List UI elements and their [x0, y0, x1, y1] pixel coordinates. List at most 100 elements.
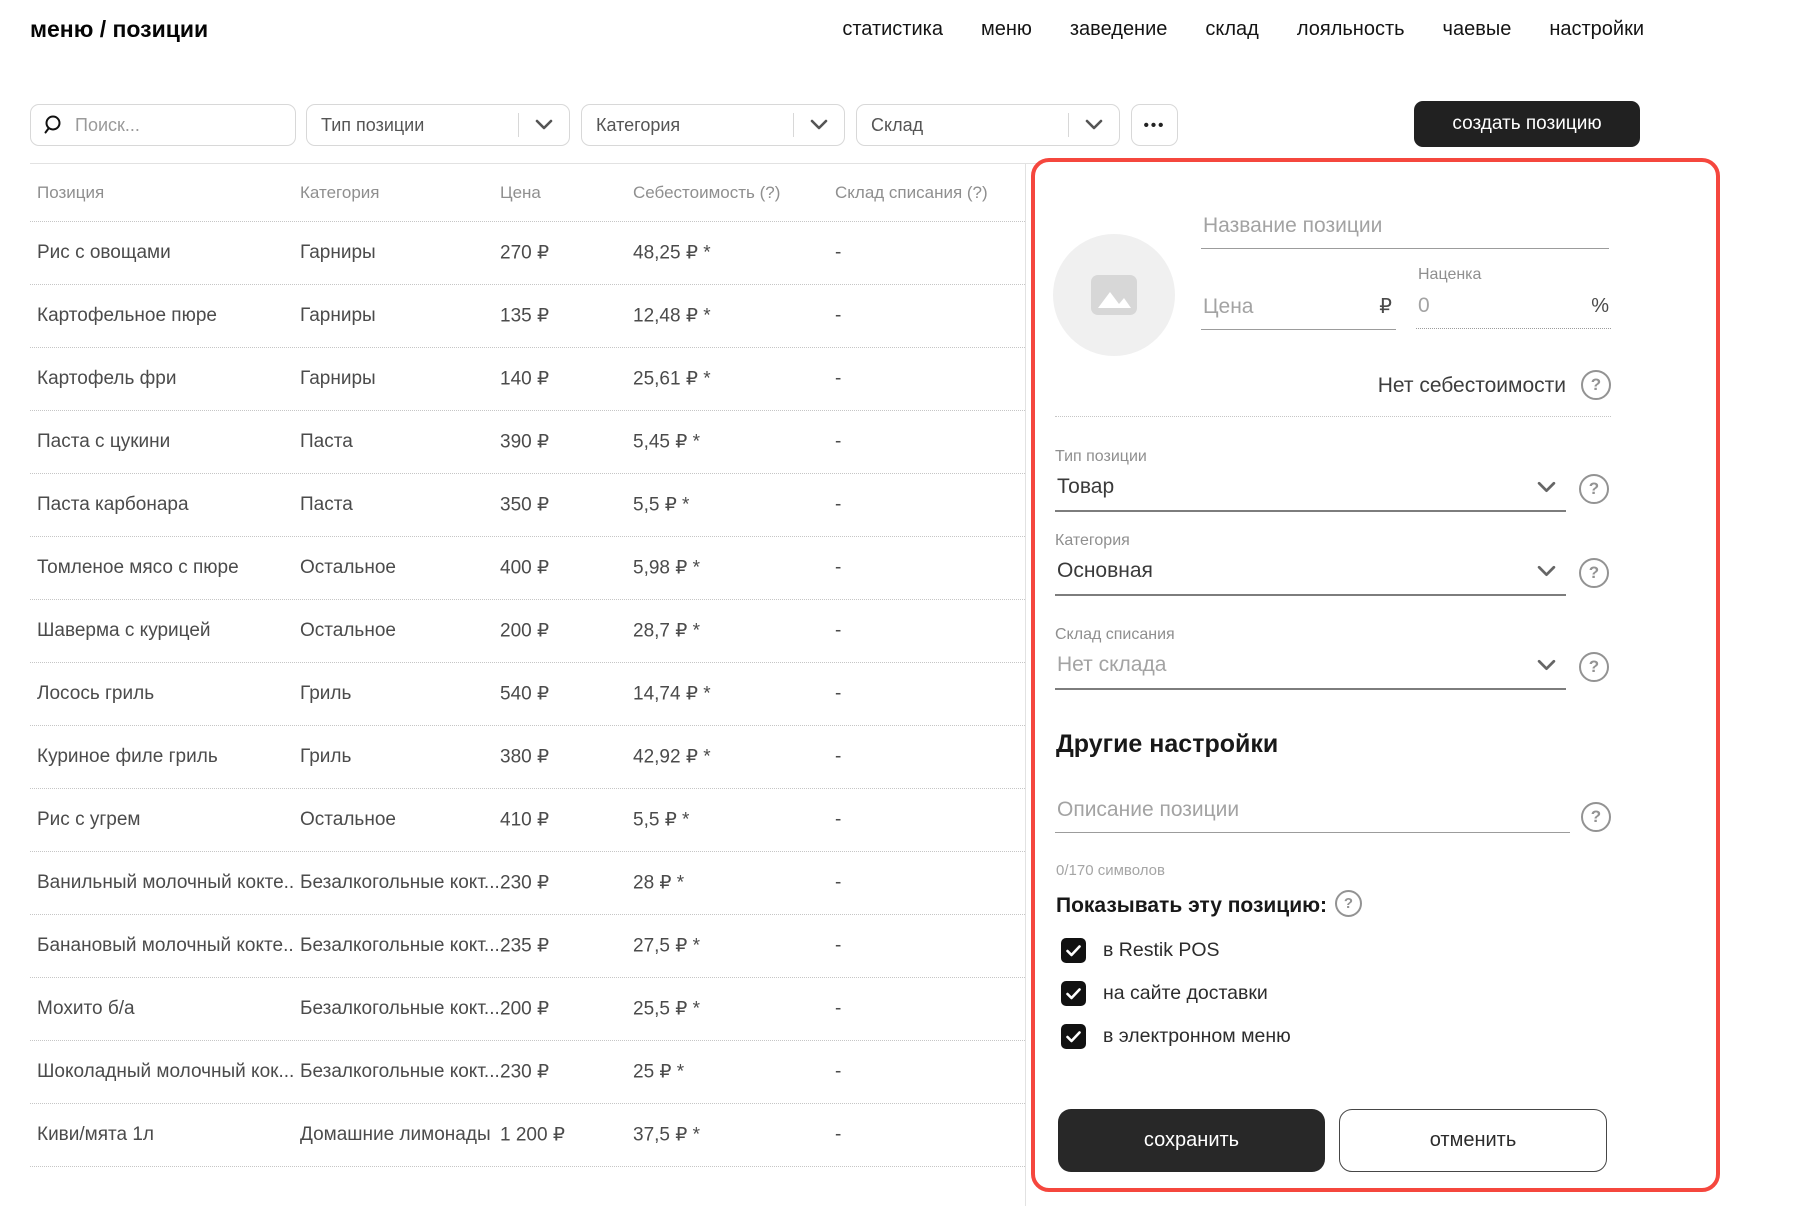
cell-category: Паста	[300, 431, 353, 453]
table-row[interactable]: Рис с угрем Остальное 410 ₽ 5,5 ₽ * -	[30, 789, 1025, 852]
cell-price: 200 ₽	[500, 998, 549, 1021]
help-icon[interactable]: ?	[1579, 652, 1609, 682]
cell-cost: 48,25 ₽ *	[633, 242, 711, 265]
column-header: Цена	[500, 183, 541, 203]
create-position-button[interactable]: создать позицию	[1414, 101, 1640, 147]
cell-cost: 28,7 ₽ *	[633, 620, 700, 643]
chevron-down-icon	[519, 119, 569, 131]
checkbox[interactable]	[1061, 938, 1086, 963]
select-value[interactable]: Нет склада	[1055, 653, 1566, 690]
cell-warehouse: -	[835, 620, 841, 642]
table-header: ПозицияКатегорияЦенаСебестоимость (?)Скл…	[30, 164, 1025, 222]
checkbox-row[interactable]: на сайте доставки	[1061, 981, 1291, 1006]
table-row[interactable]: Киви/мята 1л Домашние лимонады 1 200 ₽ 3…	[30, 1104, 1025, 1167]
help-icon[interactable]: ?	[1581, 802, 1611, 832]
cell-category: Безалкогольные кокт...	[300, 935, 498, 957]
checkbox[interactable]	[1061, 981, 1086, 1006]
table-row[interactable]: Шоколадный молочный кок... Безалкогольны…	[30, 1041, 1025, 1104]
top-nav: статистика меню заведение склад лояльность ча…	[842, 18, 1644, 41]
filter-dropdown-label: Склад	[857, 115, 1068, 136]
nav-item[interactable]: лояльность	[1297, 18, 1405, 41]
table-row[interactable]: Рис с овощами Гарниры 270 ₽ 48,25 ₽ * -	[30, 222, 1025, 285]
markup-input[interactable]	[1416, 294, 1591, 328]
cell-position: Паста с цукини	[37, 431, 170, 453]
help-icon[interactable]: ?	[1579, 474, 1609, 504]
column-header: Категория	[300, 183, 379, 203]
column-header: Позиция	[37, 183, 104, 203]
cell-cost: 27,5 ₽ *	[633, 935, 700, 958]
cell-cost: 5,45 ₽ *	[633, 431, 700, 454]
table-row[interactable]: Лосось гриль Гриль 540 ₽ 14,74 ₽ * -	[30, 663, 1025, 726]
divider	[1055, 416, 1611, 417]
table-row[interactable]: Картофельное пюре Гарниры 135 ₽ 12,48 ₽ …	[30, 285, 1025, 348]
save-button[interactable]: сохранить	[1058, 1109, 1325, 1172]
table-row[interactable]: Ванильный молочный кокте... Безалкогольн…	[30, 852, 1025, 915]
cell-cost: 14,74 ₽ *	[633, 683, 711, 706]
chevron-down-icon	[1537, 565, 1556, 578]
search-input[interactable]	[75, 115, 283, 136]
ruble-suffix: ₽	[1379, 294, 1396, 329]
column-header: Склад списания (?)	[835, 183, 988, 203]
cell-position: Рис с овощами	[37, 242, 171, 264]
table-row[interactable]: Паста с цукини Паста 390 ₽ 5,45 ₽ * -	[30, 411, 1025, 474]
cell-price: 135 ₽	[500, 305, 549, 328]
nav-item[interactable]: чаевые	[1443, 18, 1512, 41]
help-icon[interactable]: ?	[1581, 370, 1611, 400]
table-row[interactable]: Мохито б/а Безалкогольные кокт... 200 ₽ …	[30, 978, 1025, 1041]
table-body: Рис с овощами Гарниры 270 ₽ 48,25 ₽ * - …	[30, 222, 1025, 1167]
checkbox-row[interactable]: в электронном меню	[1061, 1024, 1291, 1049]
description-field	[1055, 798, 1570, 833]
cell-cost: 42,92 ₽ *	[633, 746, 711, 769]
table-row[interactable]: Банановый молочный кокте... Безалкогольн…	[30, 915, 1025, 978]
checkbox[interactable]	[1061, 1024, 1086, 1049]
select-value[interactable]: Товар	[1055, 475, 1566, 512]
checkbox-row[interactable]: в Restik POS	[1061, 938, 1291, 963]
cell-position: Киви/мята 1л	[37, 1124, 154, 1146]
table-row[interactable]: Шаверма с курицей Остальное 200 ₽ 28,7 ₽…	[30, 600, 1025, 663]
nav-item[interactable]: склад	[1205, 18, 1258, 41]
cell-position: Паста карбонара	[37, 494, 189, 516]
percent-suffix: %	[1591, 295, 1611, 328]
cell-price: 540 ₽	[500, 683, 549, 706]
filter-dropdown[interactable]: Тип позиции	[306, 104, 570, 146]
cell-price: 400 ₽	[500, 557, 549, 580]
description-input[interactable]	[1055, 798, 1570, 832]
nav-item[interactable]: настройки	[1549, 18, 1644, 41]
nav-item[interactable]: заведение	[1070, 18, 1168, 41]
select-field: Склад списания Нет склада ?	[1055, 626, 1566, 690]
positions-table: ПозицияКатегорияЦенаСебестоимость (?)Скл…	[30, 164, 1025, 1167]
cell-position: Банановый молочный кокте...	[37, 935, 295, 957]
cancel-button[interactable]: отменить	[1339, 1109, 1607, 1172]
filter-dropdown[interactable]: Склад	[856, 104, 1120, 146]
name-field	[1201, 214, 1609, 249]
cell-warehouse: -	[835, 809, 841, 831]
cell-price: 200 ₽	[500, 620, 549, 643]
table-row[interactable]: Томленое мясо с пюре Остальное 400 ₽ 5,9…	[30, 537, 1025, 600]
select-label: Тип позиции	[1055, 448, 1566, 466]
cell-category: Паста	[300, 494, 353, 516]
chevron-down-icon	[1069, 119, 1119, 131]
help-icon[interactable]: ?	[1579, 558, 1609, 588]
chevron-down-icon	[1537, 481, 1556, 494]
cell-price: 1 200 ₽	[500, 1124, 565, 1147]
select-value[interactable]: Основная	[1055, 559, 1566, 596]
nav-item[interactable]: меню	[981, 18, 1032, 41]
cell-category: Домашние лимонады	[300, 1124, 491, 1146]
select-field: Категория Основная ?	[1055, 532, 1566, 596]
filter-dropdown-label: Категория	[582, 115, 793, 136]
table-row[interactable]: Паста карбонара Паста 350 ₽ 5,5 ₽ * -	[30, 474, 1025, 537]
check-icon	[1066, 988, 1081, 1000]
help-icon[interactable]: ?	[1335, 890, 1362, 917]
cell-warehouse: -	[835, 1061, 841, 1083]
price-input[interactable]	[1201, 295, 1379, 329]
filter-dropdown[interactable]: Категория	[581, 104, 845, 146]
cell-warehouse: -	[835, 305, 841, 327]
table-row[interactable]: Картофель фри Гарниры 140 ₽ 25,61 ₽ * -	[30, 348, 1025, 411]
checkbox-label: на сайте доставки	[1103, 982, 1268, 1005]
nav-item[interactable]: статистика	[842, 18, 943, 41]
table-row[interactable]: Куриное филе гриль Гриль 380 ₽ 42,92 ₽ *…	[30, 726, 1025, 789]
cell-warehouse: -	[835, 368, 841, 390]
position-photo-placeholder[interactable]	[1053, 234, 1175, 356]
name-input[interactable]	[1201, 214, 1609, 248]
more-filters-button[interactable]: •••	[1131, 104, 1178, 146]
